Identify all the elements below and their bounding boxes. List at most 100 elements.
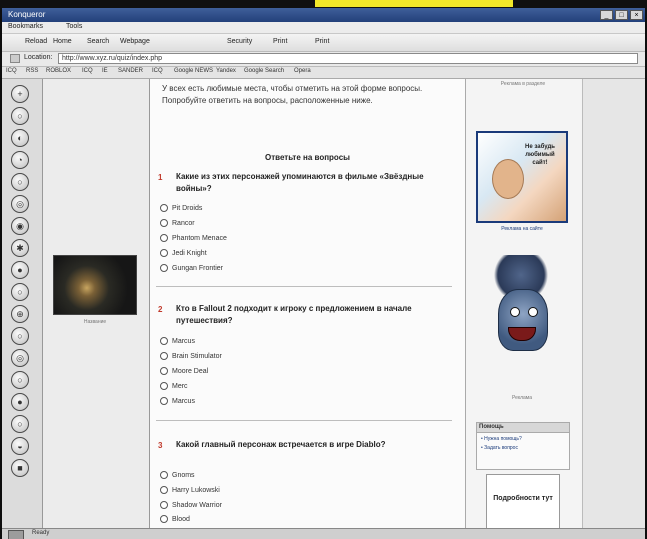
link-google-news[interactable]: Google NEWS	[174, 68, 213, 74]
question-text: Кто в Fallout 2 подходит к игроку с пред…	[176, 304, 412, 325]
radio-button[interactable]	[160, 337, 168, 345]
ad-caption-top: Реклама в разделе	[500, 81, 546, 87]
answer-option[interactable]: Jedi Knight	[160, 247, 207, 259]
plus-icon[interactable]: +	[11, 85, 29, 103]
circle-icon-3[interactable]: ○	[11, 283, 29, 301]
answer-option[interactable]: Rancor	[160, 217, 195, 229]
radio-button[interactable]	[160, 486, 168, 494]
answer-option[interactable]: Blood	[160, 513, 190, 525]
star-icon[interactable]: ✱	[11, 239, 29, 257]
link-google-search[interactable]: Google Search	[244, 68, 284, 74]
thumbnail-image[interactable]	[53, 255, 137, 315]
status-text: Ready	[32, 530, 50, 536]
radio-button[interactable]	[160, 352, 168, 360]
option-label: Phantom Menace	[172, 234, 227, 242]
answer-option[interactable]: Marcus	[160, 335, 195, 347]
radio-button[interactable]	[160, 382, 168, 390]
radio-button[interactable]	[160, 234, 168, 242]
question-text: Какие из этих персонажей упоминаются в ф…	[176, 172, 424, 193]
answer-option[interactable]: Marcus	[160, 395, 195, 407]
option-label: Harry Lukowski	[172, 486, 220, 494]
webpage-button[interactable]: Webpage	[117, 38, 153, 45]
link-ie[interactable]: IE	[102, 68, 108, 74]
bottom-ad[interactable]: Подробности тут	[486, 474, 560, 536]
half-circle-icon-2[interactable]: ◒	[11, 437, 29, 455]
section-divider	[156, 286, 452, 287]
circle-icon-6[interactable]: ○	[11, 415, 29, 433]
target-icon-2[interactable]: ◎	[11, 349, 29, 367]
monster-caption: Реклама	[511, 395, 533, 401]
circle-icon-4[interactable]: ○	[11, 327, 29, 345]
ad-banner[interactable]: Не забудь любимый сайт!	[476, 131, 568, 223]
question-number: 2	[158, 305, 163, 314]
radio-button[interactable]	[160, 471, 168, 479]
maximize-button[interactable]: □	[615, 10, 628, 20]
print-button[interactable]: Print	[270, 38, 290, 45]
ad-banner-caption[interactable]: Реклама на сайте	[476, 226, 568, 232]
link-sander[interactable]: SANDER	[118, 68, 143, 74]
monster-image[interactable]	[476, 251, 568, 391]
option-label: Rancor	[172, 219, 195, 227]
menu-bookmarks[interactable]: Bookmarks	[8, 23, 43, 30]
window-title: Konqueror	[8, 10, 46, 19]
link-yandex[interactable]: Yandex	[216, 68, 236, 74]
cross-circle-icon[interactable]: ⊕	[11, 305, 29, 323]
page-content: + ○ ◐ ◔ ○ ◎ ◉ ✱ ● ○ ⊕ ○ ◎ ○ ● ○ ◒ ■ Назв…	[2, 79, 645, 536]
target-icon[interactable]: ◎	[11, 195, 29, 213]
menu-tools[interactable]: Tools	[66, 23, 82, 30]
radio-button[interactable]	[160, 249, 168, 257]
circle-icon[interactable]: ○	[11, 107, 29, 125]
url-input[interactable]	[58, 53, 638, 64]
answer-option[interactable]: Merc	[160, 380, 188, 392]
square-icon[interactable]: ■	[11, 459, 29, 477]
option-label: Gungan Frontier	[172, 264, 223, 272]
answer-option[interactable]: Shadow Warrior	[160, 499, 222, 511]
radio-button[interactable]	[160, 515, 168, 523]
radio-button[interactable]	[160, 204, 168, 212]
circle-icon-2[interactable]: ○	[11, 173, 29, 191]
answer-option[interactable]: Moore Deal	[160, 365, 208, 377]
link-icq-3[interactable]: ICQ	[152, 68, 163, 74]
option-label: Merc	[172, 382, 188, 390]
answer-option[interactable]: Gungan Frontier	[160, 262, 223, 274]
answer-option[interactable]: Brain Stimulator	[160, 350, 222, 362]
radio-button[interactable]	[160, 501, 168, 509]
minimize-button[interactable]: _	[600, 10, 613, 20]
filled-circle-icon-2[interactable]: ●	[11, 393, 29, 411]
dot-circle-icon[interactable]: ◉	[11, 217, 29, 235]
radio-button[interactable]	[160, 367, 168, 375]
link-opera[interactable]: Opera	[294, 68, 311, 74]
help-link[interactable]: • Нужна помощь?	[477, 433, 569, 442]
circle-icon-5[interactable]: ○	[11, 371, 29, 389]
option-label: Shadow Warrior	[172, 501, 222, 509]
radio-button[interactable]	[160, 219, 168, 227]
quarter-circle-icon[interactable]: ◔	[11, 151, 29, 169]
search-button[interactable]: Search	[84, 38, 112, 45]
home-button[interactable]: Home	[50, 38, 75, 45]
question-number: 1	[158, 173, 163, 182]
main-content: У всех есть любимые места, чтобы отметит…	[150, 79, 466, 528]
status-icon	[8, 530, 24, 539]
help-link[interactable]: • Задать вопрос	[477, 442, 569, 451]
option-label: Marcus	[172, 397, 195, 405]
link-roblox[interactable]: ROBLOX	[46, 68, 71, 74]
answer-option[interactable]: Harry Lukowski	[160, 484, 220, 496]
link-rss[interactable]: RSS	[26, 68, 38, 74]
radio-button[interactable]	[160, 264, 168, 272]
ad-banner-text: Не забудь любимый сайт!	[525, 144, 555, 166]
security-button[interactable]: Security	[224, 38, 255, 45]
link-icq[interactable]: ICQ	[6, 68, 17, 74]
filled-circle-icon[interactable]: ●	[11, 261, 29, 279]
answer-option[interactable]: Pit Droids	[160, 202, 202, 214]
half-circle-icon[interactable]: ◐	[11, 129, 29, 147]
reload-button[interactable]: Reload	[22, 38, 50, 45]
print-button-2[interactable]: Print	[312, 38, 332, 45]
option-label: Marcus	[172, 337, 195, 345]
answer-option[interactable]: Phantom Menace	[160, 232, 227, 244]
radio-button[interactable]	[160, 397, 168, 405]
option-label: Pit Droids	[172, 204, 203, 212]
close-button[interactable]: ×	[630, 10, 643, 20]
link-icq-2[interactable]: ICQ	[82, 68, 93, 74]
section-divider	[156, 420, 452, 421]
answer-option[interactable]: Gnoms	[160, 469, 195, 481]
